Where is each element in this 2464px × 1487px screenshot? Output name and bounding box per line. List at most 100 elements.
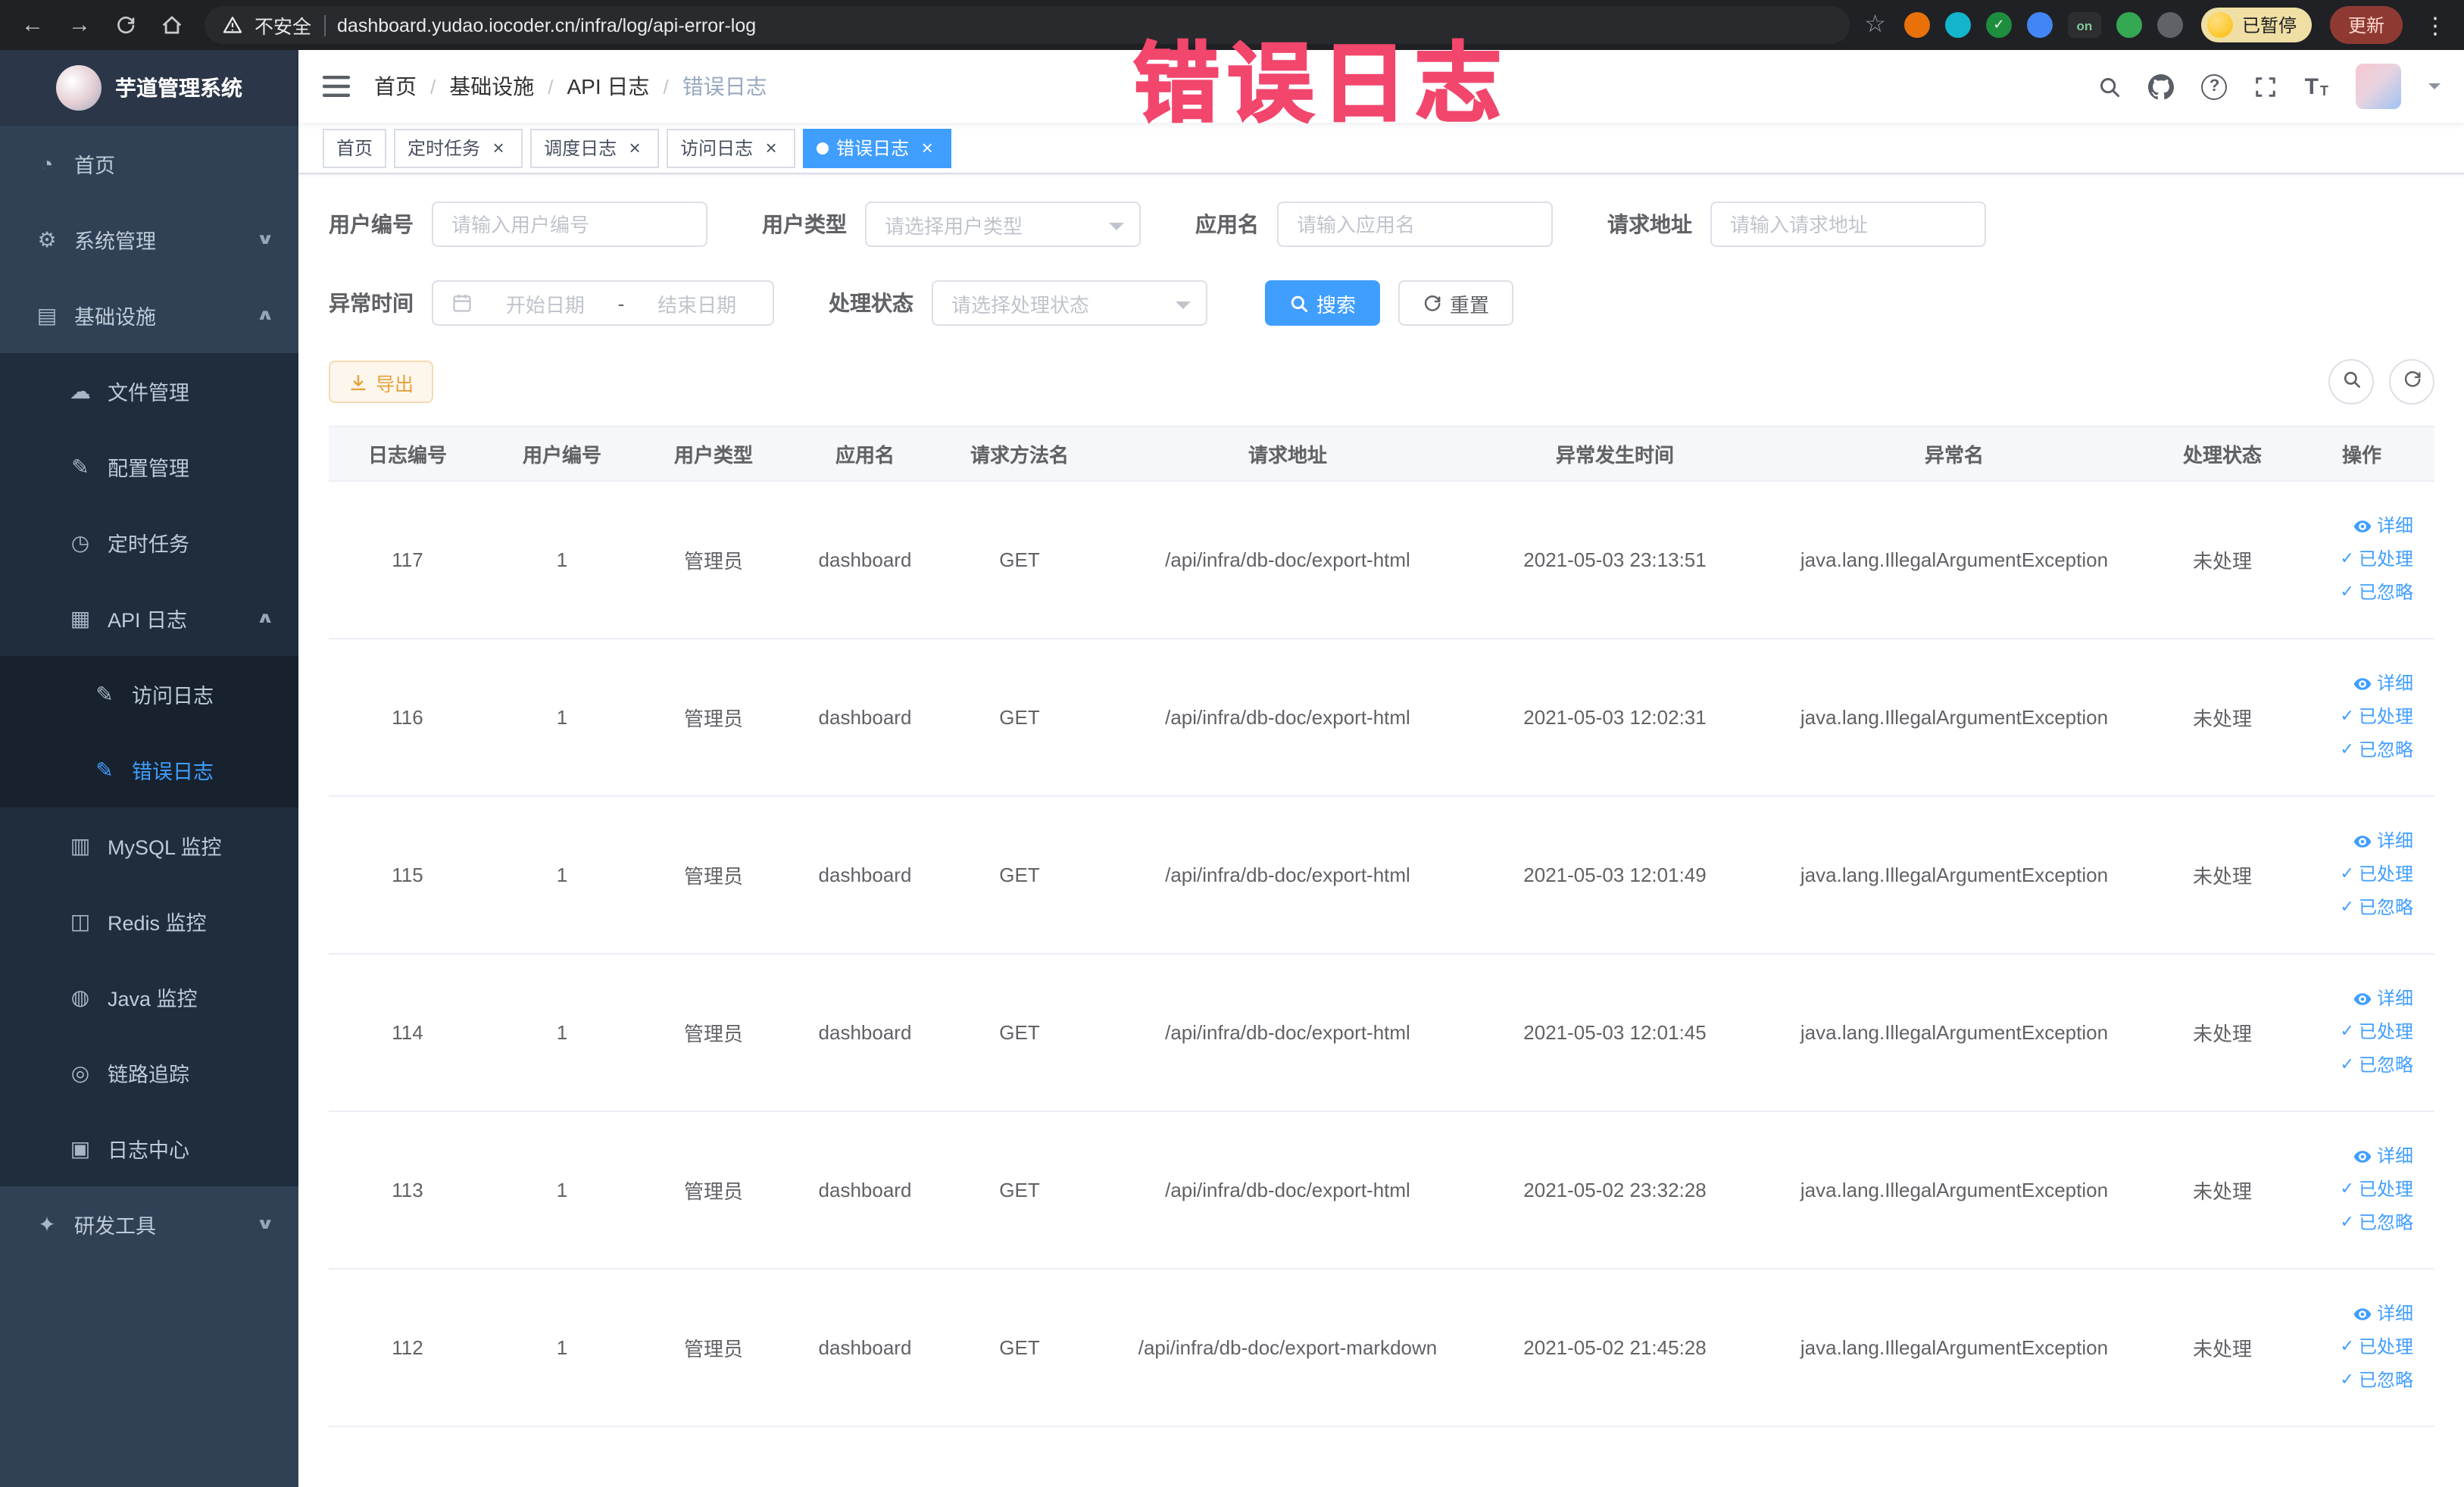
column-header-1: 用户编号 [486, 426, 638, 482]
search-icon[interactable] [2099, 75, 2122, 98]
filter-user-type: 用户类型 请选择用户类型 [762, 201, 1141, 247]
sidebar-item-java-monitor[interactable]: ◍ Java 监控 [0, 959, 298, 1035]
extension-teal-drop-icon[interactable] [1944, 12, 1971, 38]
tab-home[interactable]: 首页 [323, 128, 387, 167]
address-bar[interactable]: 不安全 dashboard.yudao.iocoder.cn/infra/log… [205, 6, 1850, 44]
tab-schedule-log[interactable]: 调度日志 × [530, 128, 660, 167]
user-type-select[interactable]: 请选择用户类型 [865, 201, 1141, 247]
sidebar-item-infrastructure[interactable]: ▤ 基础设施 ∧ [0, 277, 298, 353]
action-label: 详细 [2376, 1145, 2413, 1167]
home-icon[interactable] [161, 14, 183, 36]
clock-icon: ◷ [70, 530, 90, 554]
app-name-input[interactable] [1277, 201, 1553, 247]
github-icon[interactable] [2148, 73, 2175, 99]
process-status-select[interactable]: 请选择处理状态 [932, 280, 1207, 326]
sidebar-item-config-management[interactable]: ✎ 配置管理 [0, 429, 298, 505]
search-button[interactable]: 搜索 [1265, 280, 1381, 326]
action-processed[interactable]: ✓ 已处理 [2341, 1335, 2413, 1360]
action-processed[interactable]: ✓ 已处理 [2341, 1020, 2413, 1045]
extension-green-leaf-icon[interactable] [2116, 12, 2142, 38]
action-detail[interactable]: 详细 [2353, 829, 2413, 855]
sidebar-item-home[interactable]: ◔ 首页 [0, 126, 298, 201]
sidebar-item-mysql-monitor[interactable]: ▥ MySQL 监控 [0, 808, 298, 883]
action-ignored[interactable]: ✓ 已忽略 [2341, 1053, 2413, 1079]
action-ignored[interactable]: ✓ 已忽略 [2341, 580, 2413, 606]
sidebar-item-api-log[interactable]: ▦ API 日志 ∧ [0, 580, 298, 656]
sidebar-item-system-management[interactable]: ⚙ 系统管理 ∨ [0, 201, 298, 277]
action-detail[interactable]: 详细 [2353, 1145, 2413, 1170]
extension-green-check-icon[interactable]: ✓ [1985, 12, 2012, 38]
forward-icon[interactable]: → [68, 14, 91, 36]
export-button-label: 导出 [376, 373, 414, 395]
request-url-input[interactable] [1710, 201, 1986, 247]
bookmark-star-icon[interactable]: ☆ [1864, 12, 1886, 37]
cell-id: 112 [329, 1269, 486, 1427]
action-detail[interactable]: 详细 [2353, 672, 2413, 698]
action-processed[interactable]: ✓ 已处理 [2341, 1177, 2413, 1203]
toggle-search-button[interactable] [2328, 359, 2374, 405]
user-avatar[interactable] [2356, 64, 2401, 109]
font-size-icon[interactable] [2305, 75, 2328, 98]
breadcrumb-api-log[interactable]: API 日志 [567, 71, 650, 102]
tab-error-log[interactable]: 错误日志 × [803, 128, 952, 167]
browser-menu-kebab-icon[interactable]: ⋮ [2421, 11, 2450, 39]
sidebar-item-error-log[interactable]: ✎ 错误日志 [0, 732, 298, 808]
sidebar-item-log-center[interactable]: ▣ 日志中心 [0, 1111, 298, 1186]
chevron-down-icon[interactable] [2428, 83, 2441, 95]
select-placeholder: 请选择处理状态 [951, 293, 1090, 316]
cell-user-type: 管理员 [638, 1269, 789, 1427]
sidebar-item-link-tracing[interactable]: ◎ 链路追踪 [0, 1035, 298, 1111]
action-ignored[interactable]: ✓ 已忽略 [2341, 738, 2413, 764]
cell-method: GET [941, 954, 1098, 1112]
action-ignored[interactable]: ✓ 已忽略 [2341, 1211, 2413, 1236]
tab-scheduled-tasks[interactable]: 定时任务 × [394, 128, 523, 167]
sidebar-item-dev-tools[interactable]: ✦ 研发工具 ∨ [0, 1186, 298, 1262]
extension-on-badge-icon[interactable]: on [2067, 12, 2101, 38]
help-icon[interactable] [2201, 73, 2228, 99]
sidebar-item-redis-monitor[interactable]: ◫ Redis 监控 [0, 883, 298, 959]
breadcrumb-home[interactable]: 首页 [374, 71, 417, 102]
tab-access-log[interactable]: 访问日志 × [667, 128, 796, 167]
close-icon[interactable]: × [624, 137, 645, 158]
exception-time-range-picker[interactable]: 开始日期 - 结束日期 [432, 280, 774, 326]
app-logo[interactable]: 芋道管理系统 [0, 50, 298, 126]
user-id-input[interactable] [432, 201, 707, 247]
extension-dark-plugin-icon[interactable] [2156, 12, 2183, 38]
action-ignored[interactable]: ✓ 已忽略 [2341, 895, 2413, 921]
update-button[interactable]: 更新 [2329, 6, 2403, 44]
reset-button[interactable]: 重置 [1398, 280, 1514, 326]
action-detail[interactable]: 详细 [2353, 514, 2413, 540]
close-icon[interactable]: × [917, 137, 938, 158]
back-icon[interactable]: ← [21, 14, 44, 36]
action-processed[interactable]: ✓ 已处理 [2341, 704, 2413, 730]
sidebar-item-access-log[interactable]: ✎ 访问日志 [0, 656, 298, 732]
fullscreen-icon[interactable] [2255, 75, 2278, 98]
extension-blue-grid-icon[interactable] [2026, 12, 2053, 38]
cell-user-id: 1 [486, 954, 638, 1112]
action-ignored[interactable]: ✓ 已忽略 [2341, 1368, 2413, 1394]
cell-app-name: dashboard [789, 639, 941, 797]
column-header-2: 用户类型 [638, 426, 789, 482]
close-icon[interactable]: × [488, 137, 509, 158]
action-detail[interactable]: 详细 [2353, 987, 2413, 1013]
sidebar-item-scheduled-tasks[interactable]: ◷ 定时任务 [0, 505, 298, 580]
action-processed[interactable]: ✓ 已处理 [2341, 862, 2413, 888]
cell-time: 2021-05-03 12:01:45 [1477, 954, 1753, 1112]
cell-id: 115 [329, 796, 486, 954]
action-label: 详细 [2376, 988, 2413, 1010]
sidebar-item-file-management[interactable]: ☁ 文件管理 [0, 353, 298, 429]
close-icon[interactable]: × [760, 137, 782, 158]
profile-chip[interactable]: 已暂停 [2200, 8, 2312, 42]
security-label: 不安全 [255, 17, 312, 38]
action-detail[interactable]: 详细 [2353, 1302, 2413, 1328]
refresh-table-button[interactable] [2389, 359, 2434, 405]
action-processed[interactable]: ✓ 已处理 [2341, 547, 2413, 573]
cell-time: 2021-05-03 23:13:51 [1477, 481, 1753, 639]
calendar-icon [451, 292, 473, 314]
breadcrumb-infrastructure[interactable]: 基础设施 [449, 71, 534, 102]
user-id-label: 用户编号 [329, 212, 414, 236]
hamburger-icon[interactable] [323, 76, 350, 97]
export-button[interactable]: 导出 [329, 361, 434, 403]
reload-icon[interactable] [115, 14, 136, 36]
extension-orange-icon[interactable] [1903, 12, 1930, 38]
